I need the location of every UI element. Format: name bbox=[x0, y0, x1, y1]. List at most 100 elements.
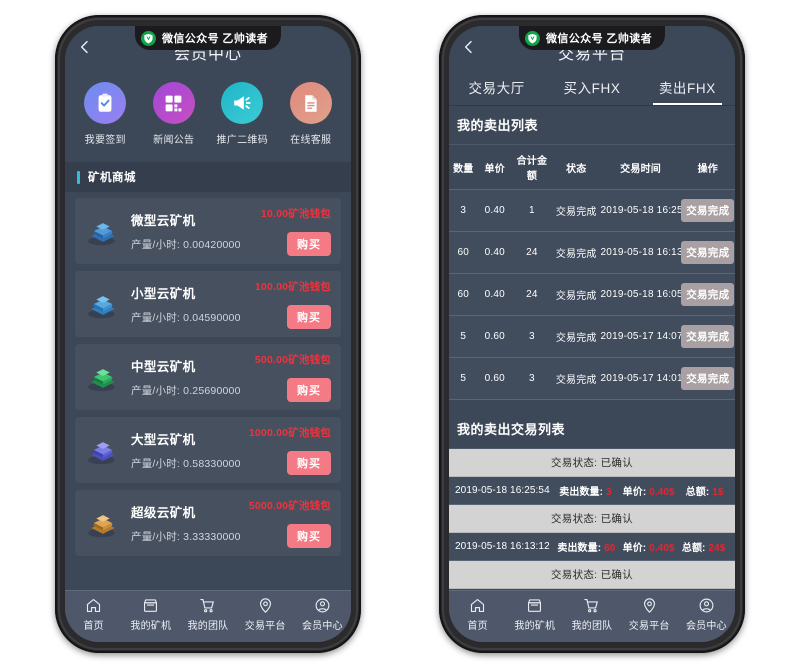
miner-price: 100.00矿池钱包 bbox=[254, 281, 331, 293]
megaphone-icon bbox=[221, 82, 264, 124]
quick-action-promo-qr[interactable]: 推广二维码 bbox=[209, 82, 275, 146]
buy-button[interactable]: 购买 bbox=[287, 524, 331, 548]
trade-detail-price: 单价: 0.40$ bbox=[622, 487, 675, 498]
tab-buy-fhx[interactable]: 买入FHX bbox=[544, 68, 639, 105]
quick-action-label: 我要签到 bbox=[84, 135, 126, 146]
miner-stack-icon bbox=[79, 426, 127, 474]
trade-done-button[interactable]: 交易完成 bbox=[681, 367, 735, 390]
miner-price: 10.00矿池钱包 bbox=[260, 208, 331, 220]
back-chevron-left-icon[interactable] bbox=[77, 39, 93, 55]
miner-list[interactable]: 微型云矿机 产量/小时: 0.00420000 10.00矿池钱包 购买 小型云… bbox=[65, 192, 351, 590]
quick-action-news[interactable]: 新闻公告 bbox=[141, 82, 207, 146]
miner-card[interactable]: 中型云矿机 产量/小时: 0.25690000 500.00矿池钱包 购买 bbox=[75, 344, 341, 410]
nav-label: 我的矿机 bbox=[130, 621, 172, 632]
cell-total: 3 bbox=[511, 315, 552, 358]
miner-card[interactable]: 小型云矿机 产量/小时: 0.04590000 100.00矿池钱包 购买 bbox=[75, 271, 341, 337]
miner-card[interactable]: 微型云矿机 产量/小时: 0.00420000 10.00矿池钱包 购买 bbox=[75, 198, 341, 264]
nav-item-home[interactable]: 首页 bbox=[450, 597, 506, 632]
buy-button[interactable]: 购买 bbox=[287, 232, 331, 256]
miner-stack-icon bbox=[79, 353, 127, 401]
trade-done-button[interactable]: 交易完成 bbox=[681, 325, 735, 348]
cell-state: 交易完成 bbox=[551, 357, 601, 400]
table-row[interactable]: 60 0.40 24 交易完成 2019-05-18 16:13:12 交易完成 bbox=[449, 231, 735, 274]
cell-qty: 5 bbox=[449, 357, 478, 400]
phone-right: 微信公众号 乙帅读者 交易平台 交易大厅 买入FHX 卖出FHX 我的卖出列表 bbox=[439, 15, 745, 653]
screenshot-stage: 微信公众号 乙帅读者 会员中心 我要签到 新闻公告 推广二维码 在线客服 矿机商… bbox=[0, 0, 800, 668]
table-row[interactable]: 3 0.40 1 交易完成 2019-05-18 16:25:54 交易完成 bbox=[449, 189, 735, 232]
quick-action-label: 在线客服 bbox=[290, 135, 332, 146]
miner-price: 500.00矿池钱包 bbox=[254, 354, 331, 366]
buy-button[interactable]: 购买 bbox=[287, 451, 331, 475]
sell-list-heading: 我的卖出列表 bbox=[449, 106, 735, 145]
cell-action: 交易完成 bbox=[680, 231, 735, 274]
trade-detail-row[interactable]: 2019-05-18 16:13:12 卖出数量: 60 单价: 0.40$ 总… bbox=[449, 533, 735, 561]
nav-item-trade-platform[interactable]: 交易平台 bbox=[621, 597, 677, 632]
phone-left: 微信公众号 乙帅读者 会员中心 我要签到 新闻公告 推广二维码 在线客服 矿机商… bbox=[55, 15, 361, 653]
nav-item-member-center[interactable]: 会员中心 bbox=[294, 597, 350, 632]
miner-card[interactable]: 超级云矿机 产量/小时: 3.33330000 5000.00矿池钱包 购买 bbox=[75, 490, 341, 556]
table-header-row: 数量 单价 合计金额 状态 交易时间 操作 bbox=[449, 145, 735, 190]
cell-time: 2019-05-18 16:13:12 bbox=[600, 231, 697, 274]
trade-detail-qty: 卖出数量: 3 bbox=[559, 487, 612, 498]
nav-item-member-center[interactable]: 会员中心 bbox=[678, 597, 734, 632]
miner-price: 5000.00矿池钱包 bbox=[248, 500, 331, 512]
section-accent-bar bbox=[77, 170, 80, 184]
bottom-nav-right: 首页 我的矿机 我的团队 交易平台 会员中心 bbox=[449, 590, 735, 642]
cell-action: 交易完成 bbox=[680, 273, 735, 316]
cell-total: 3 bbox=[511, 357, 552, 400]
trade-detail-entry: 交易状态: 已确认 2019-05-18 16:25:54 卖出数量: 3 单价… bbox=[449, 449, 735, 505]
nav-item-my-team[interactable]: 我的团队 bbox=[180, 597, 236, 632]
col-header-time: 交易时间 bbox=[600, 145, 681, 190]
phone-left-screen: 微信公众号 乙帅读者 会员中心 我要签到 新闻公告 推广二维码 在线客服 矿机商… bbox=[65, 26, 351, 642]
quick-action-support[interactable]: 在线客服 bbox=[278, 82, 344, 146]
nav-item-my-miner[interactable]: 我的矿机 bbox=[507, 597, 563, 632]
trade-done-button[interactable]: 交易完成 bbox=[681, 283, 735, 306]
quick-actions-row: 我要签到 新闻公告 推广二维码 在线客服 bbox=[65, 68, 351, 162]
nav-item-my-team[interactable]: 我的团队 bbox=[564, 597, 620, 632]
quick-action-checkin[interactable]: 我要签到 bbox=[72, 82, 138, 146]
buy-button[interactable]: 购买 bbox=[287, 305, 331, 329]
sell-trades-heading: 我的卖出交易列表 bbox=[449, 410, 735, 449]
section-title-text: 矿机商城 bbox=[88, 172, 136, 184]
wechat-shield-logo-icon bbox=[524, 30, 540, 46]
wechat-notch-badge: 微信公众号 乙帅读者 bbox=[518, 26, 666, 50]
tab-sell-fhx[interactable]: 卖出FHX bbox=[640, 68, 735, 105]
trade-detail-total: 总额: 1$ bbox=[685, 487, 724, 498]
wechat-notch-badge: 微信公众号 乙帅读者 bbox=[134, 26, 282, 50]
miner-card[interactable]: 大型云矿机 产量/小时: 0.58330000 1000.00矿池钱包 购买 bbox=[75, 417, 341, 483]
cell-state: 交易完成 bbox=[551, 315, 601, 358]
quick-action-label: 新闻公告 bbox=[153, 135, 195, 146]
nav-item-trade-platform[interactable]: 交易平台 bbox=[237, 597, 293, 632]
cell-total: 24 bbox=[511, 273, 552, 316]
table-row[interactable]: 60 0.40 24 交易完成 2019-05-18 16:05:23 交易完成 bbox=[449, 273, 735, 316]
table-row[interactable]: 5 0.60 3 交易完成 2019-05-17 14:01:34 交易完成 bbox=[449, 357, 735, 400]
back-chevron-left-icon[interactable] bbox=[461, 39, 477, 55]
cell-state: 交易完成 bbox=[551, 273, 601, 316]
buy-button[interactable]: 购买 bbox=[287, 378, 331, 402]
trade-detail-time: 2019-05-18 16:25:54 bbox=[455, 485, 550, 496]
col-header-state: 状态 bbox=[551, 145, 601, 190]
miner-stack-icon bbox=[79, 499, 127, 547]
trade-detail-row[interactable]: 2019-05-18 16:25:54 卖出数量: 3 单价: 0.40$ 总额… bbox=[449, 477, 735, 505]
wechat-notch-text: 微信公众号 乙帅读者 bbox=[161, 33, 269, 45]
wechat-notch-text: 微信公众号 乙帅读者 bbox=[545, 33, 653, 45]
tab-trade-hall[interactable]: 交易大厅 bbox=[449, 68, 544, 105]
cell-time: 2019-05-18 16:05:23 bbox=[600, 273, 697, 316]
qr-code-icon bbox=[152, 82, 195, 124]
table-row[interactable]: 5 0.60 3 交易完成 2019-05-17 14:07:23 交易完成 bbox=[449, 315, 735, 358]
trade-done-button[interactable]: 交易完成 bbox=[681, 199, 735, 222]
cell-price: 0.40 bbox=[477, 231, 512, 274]
nav-label: 首页 bbox=[83, 621, 104, 632]
trade-status-banner: 交易状态: 已确认 bbox=[449, 505, 735, 533]
trade-detail-fields: 卖出数量: 60 单价: 0.40$ 总额: 24$ bbox=[554, 539, 729, 554]
trade-detail-time: 2019-05-18 16:13:12 bbox=[455, 541, 550, 552]
right-scroll-body[interactable]: 我的卖出列表 数量 单价 合计金额 状态 交易时间 操作 3 0.40 1 交易… bbox=[449, 106, 735, 590]
nav-item-home[interactable]: 首页 bbox=[66, 597, 122, 632]
trade-tabbar: 交易大厅 买入FHX 卖出FHX bbox=[449, 68, 735, 106]
clipboard-check-icon bbox=[84, 82, 127, 124]
miner-right: 500.00矿池钱包 购买 bbox=[255, 352, 331, 402]
cell-state: 交易完成 bbox=[551, 231, 601, 274]
trade-done-button[interactable]: 交易完成 bbox=[681, 241, 735, 264]
cell-time: 2019-05-17 14:07:23 bbox=[600, 315, 697, 358]
nav-item-my-miner[interactable]: 我的矿机 bbox=[123, 597, 179, 632]
